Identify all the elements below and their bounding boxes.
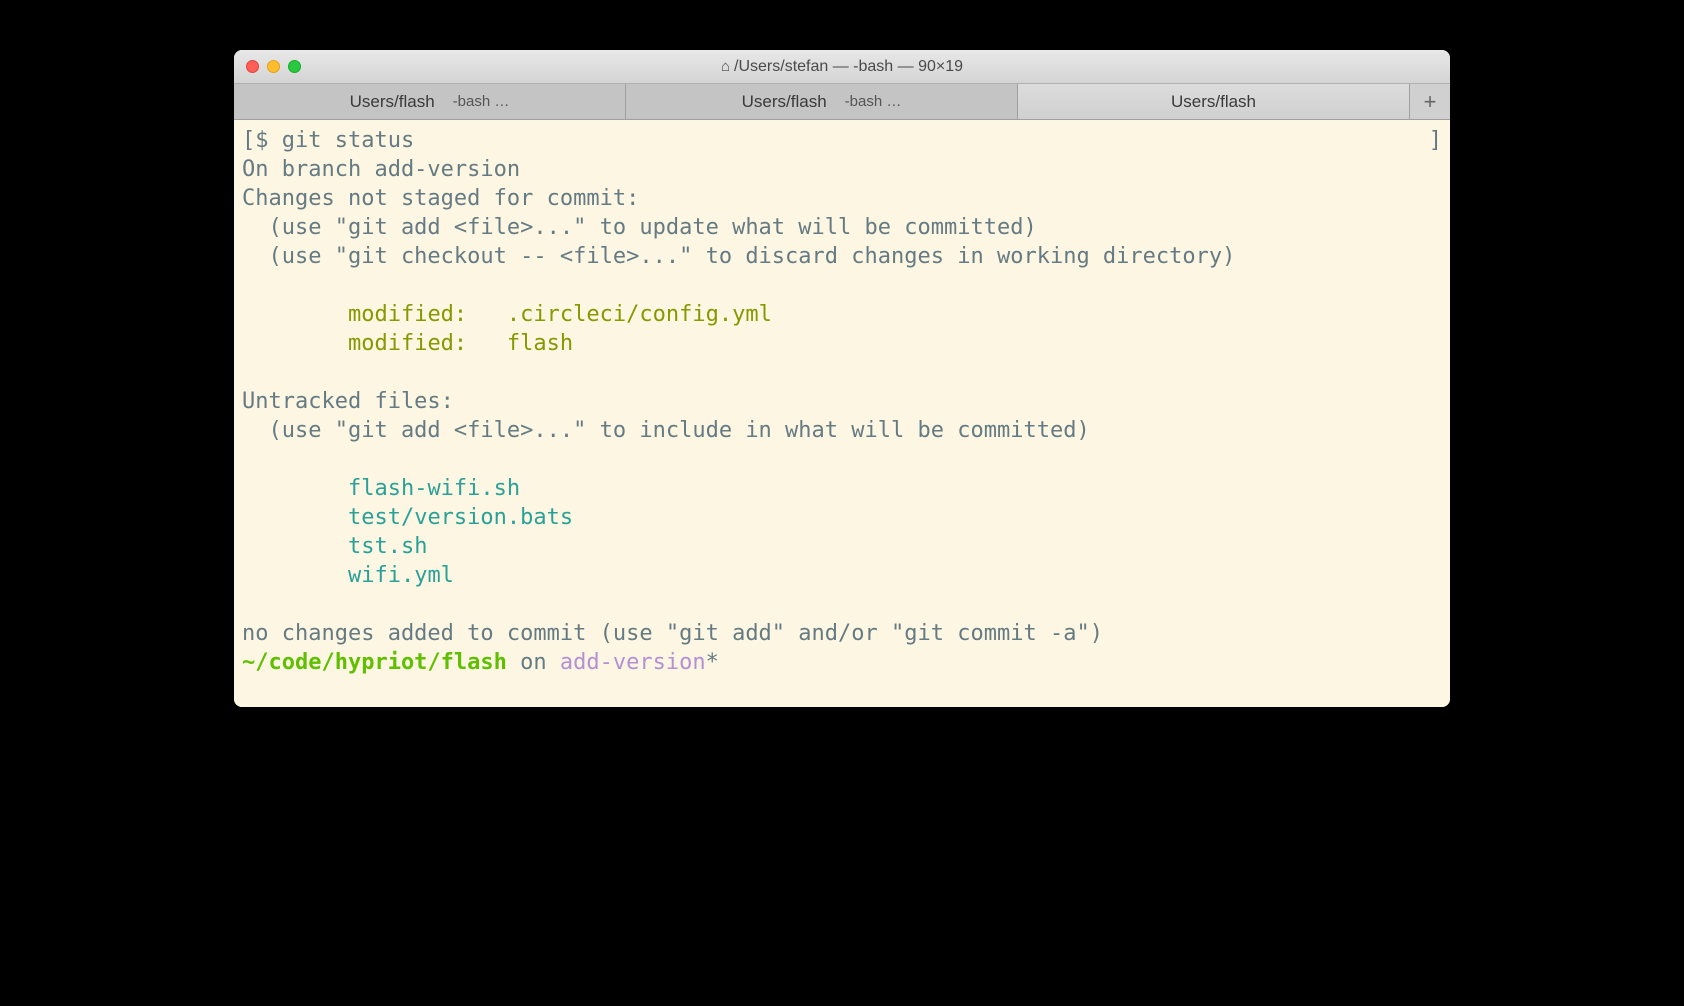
modified-file: .circleci/config.yml (507, 302, 772, 327)
untracked-file: test/version.bats (348, 505, 573, 530)
hint-checkout: (use "git checkout -- <file>..." to disc… (242, 244, 1235, 269)
titlebar[interactable]: ⌂/Users/stefan — -bash — 90×19 (234, 50, 1450, 84)
on-word: on (507, 650, 560, 675)
tab-2[interactable]: Users/flash -bash … (626, 84, 1018, 119)
window-title: ⌂/Users/stefan — -bash — 90×19 (234, 58, 1450, 76)
tabbar: Users/flash -bash … Users/flash -bash … … (234, 84, 1450, 120)
untracked-file: flash-wifi.sh (348, 476, 520, 501)
indent (242, 476, 348, 501)
command-text: git status (282, 128, 414, 153)
untracked-file: wifi.yml (348, 563, 454, 588)
plus-icon: + (1424, 89, 1437, 115)
modified-label: modified: (348, 331, 507, 356)
dirty-mark: * (706, 650, 719, 675)
zoom-button[interactable] (288, 60, 301, 73)
tab-subtitle: -bash … (845, 93, 902, 110)
tab-3[interactable]: Users/flash (1018, 84, 1410, 119)
modified-file: flash (507, 331, 573, 356)
indent (242, 331, 348, 356)
tab-title: Users/flash (350, 92, 435, 112)
cwd-path: ~/code/hypriot/flash (242, 650, 507, 675)
terminal-window: ⌂/Users/stefan — -bash — 90×19 Users/fla… (234, 50, 1450, 707)
hint-add: (use "git add <file>..." to update what … (242, 215, 1037, 240)
tab-subtitle: -bash … (453, 93, 510, 110)
tab-title: Users/flash (742, 92, 827, 112)
branch-name: add-version (560, 650, 706, 675)
indent (242, 534, 348, 559)
hint-include: (use "git add <file>..." to include in w… (242, 418, 1090, 443)
terminal-content[interactable]: [$ git status] On branch add-version Chan… (234, 120, 1450, 707)
window-title-text: /Users/stefan — -bash — 90×19 (734, 58, 963, 75)
traffic-lights (234, 60, 301, 73)
indent (242, 505, 348, 530)
close-button[interactable] (246, 60, 259, 73)
minimize-button[interactable] (267, 60, 280, 73)
tab-1[interactable]: Users/flash -bash … (234, 84, 626, 119)
indent (242, 302, 348, 327)
prompt-symbol: $ (255, 128, 282, 153)
prompt-close-bracket: ] (1429, 126, 1442, 155)
new-tab-button[interactable]: + (1410, 84, 1450, 119)
indent (242, 563, 348, 588)
changes-header: Changes not staged for commit: (242, 186, 639, 211)
prompt-open-bracket: [ (242, 128, 255, 153)
home-icon: ⌂ (721, 58, 730, 75)
untracked-header: Untracked files: (242, 389, 454, 414)
tab-title: Users/flash (1171, 92, 1256, 112)
branch-line: On branch add-version (242, 157, 520, 182)
untracked-file: tst.sh (348, 534, 427, 559)
modified-label: modified: (348, 302, 507, 327)
no-changes-line: no changes added to commit (use "git add… (242, 621, 1103, 646)
